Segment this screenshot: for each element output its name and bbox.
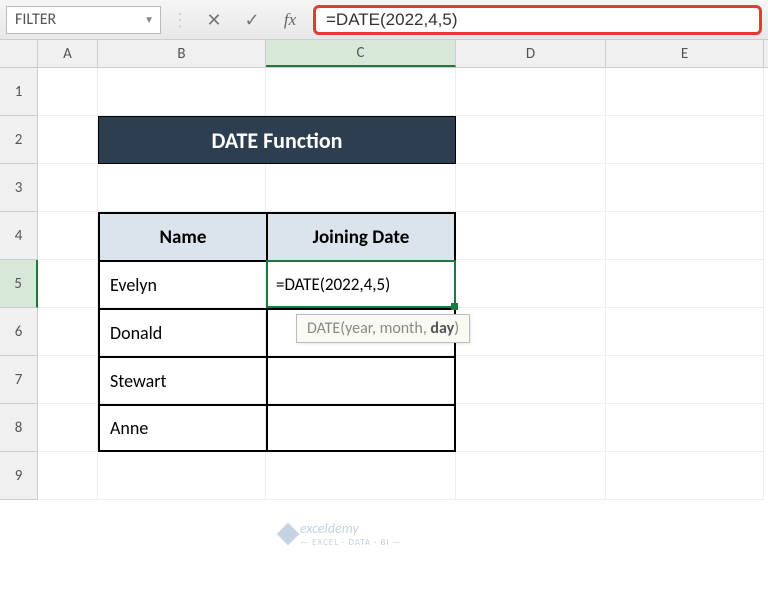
table-cell-date[interactable] <box>266 358 456 404</box>
row-header-2[interactable]: 2 <box>0 116 38 164</box>
enter-button[interactable]: ✓ <box>237 6 267 34</box>
cell[interactable] <box>38 116 98 164</box>
table-cell-name[interactable]: Evelyn <box>98 262 266 308</box>
row-header-6[interactable]: 6 <box>0 308 38 356</box>
row-header-9[interactable]: 9 <box>0 452 38 500</box>
col-header-C[interactable]: C <box>266 40 456 67</box>
cell[interactable] <box>606 404 764 452</box>
cell[interactable] <box>38 356 98 404</box>
cell[interactable] <box>266 452 456 500</box>
row-header-1[interactable]: 1 <box>0 68 38 116</box>
cell[interactable] <box>266 68 456 116</box>
cell[interactable] <box>606 308 764 356</box>
name-box[interactable]: FILTER ▼ <box>6 6 161 34</box>
fx-icon: fx <box>284 10 296 30</box>
name-box-value: FILTER <box>15 10 56 29</box>
table-cell-date[interactable] <box>266 406 456 450</box>
cell[interactable] <box>456 164 606 212</box>
cell[interactable] <box>456 404 606 452</box>
tooltip-arg-current: day <box>430 319 454 338</box>
tooltip-args-pre: (year, month, <box>340 319 430 338</box>
cell[interactable] <box>98 452 266 500</box>
table-header-name: Name <box>98 214 266 260</box>
cell[interactable] <box>456 356 606 404</box>
cell[interactable] <box>456 308 606 356</box>
row-header-7[interactable]: 7 <box>0 356 38 404</box>
cell[interactable] <box>38 68 98 116</box>
formula-input[interactable] <box>326 10 749 30</box>
formula-input-highlight <box>313 5 762 35</box>
cell[interactable] <box>456 260 606 308</box>
cell[interactable] <box>606 452 764 500</box>
cell[interactable] <box>38 308 98 356</box>
cell[interactable] <box>38 452 98 500</box>
row-header-8[interactable]: 8 <box>0 404 38 452</box>
fill-handle[interactable] <box>451 303 458 310</box>
cell[interactable] <box>606 212 764 260</box>
watermark-sub: — EXCEL · DATA · BI — <box>300 537 402 548</box>
divider: ⋮ <box>171 9 189 31</box>
col-header-E[interactable]: E <box>606 40 764 67</box>
col-header-A[interactable]: A <box>38 40 98 67</box>
x-icon: ✕ <box>206 9 221 31</box>
cell[interactable] <box>98 68 266 116</box>
rows-area: 1 2 3 4 5 6 7 8 9 DATE Function Name Joi… <box>0 68 768 500</box>
table-cell-name[interactable]: Stewart <box>98 358 266 404</box>
cell[interactable] <box>266 164 456 212</box>
title-banner: DATE Function <box>98 116 456 164</box>
cancel-button[interactable]: ✕ <box>199 6 229 34</box>
tooltip-fn: DATE <box>307 319 340 338</box>
active-cell-value: =DATE(2022,4,5) <box>276 274 390 295</box>
tooltip-args-post: ) <box>454 319 459 338</box>
table-header-date: Joining Date <box>266 214 456 260</box>
cell[interactable] <box>38 404 98 452</box>
cell[interactable] <box>456 116 606 164</box>
formula-bar: FILTER ▼ ⋮ ✕ ✓ fx <box>0 0 768 40</box>
formula-tooltip: DATE(year, month, day) <box>296 314 470 343</box>
column-headers: A B C D E <box>0 40 768 68</box>
watermark: exceldemy — EXCEL · DATA · BI — <box>280 520 402 548</box>
cell[interactable] <box>38 212 98 260</box>
cell[interactable] <box>98 164 266 212</box>
cell[interactable] <box>606 356 764 404</box>
logo-icon <box>277 523 300 546</box>
spreadsheet-grid: A B C D E 1 2 3 4 5 6 7 8 9 DATE Functio… <box>0 40 768 500</box>
col-header-B[interactable]: B <box>98 40 266 67</box>
row-header-3[interactable]: 3 <box>0 164 38 212</box>
chevron-down-icon[interactable]: ▼ <box>144 13 154 26</box>
cell[interactable] <box>38 260 98 308</box>
table-cell-name[interactable]: Donald <box>98 310 266 356</box>
row-header-4[interactable]: 4 <box>0 212 38 260</box>
table-cell-name[interactable]: Anne <box>98 406 266 450</box>
row-header-5[interactable]: 5 <box>0 260 38 308</box>
cell[interactable] <box>38 164 98 212</box>
fx-button[interactable]: fx <box>275 6 305 34</box>
cell[interactable] <box>606 260 764 308</box>
check-icon: ✓ <box>244 9 259 31</box>
col-header-D[interactable]: D <box>456 40 606 67</box>
cell[interactable] <box>456 452 606 500</box>
cell[interactable] <box>456 68 606 116</box>
cell[interactable] <box>606 164 764 212</box>
cell[interactable] <box>606 68 764 116</box>
cell[interactable] <box>456 212 606 260</box>
active-cell-C5[interactable]: =DATE(2022,4,5) <box>266 260 456 308</box>
cell[interactable] <box>606 116 764 164</box>
watermark-name: exceldemy <box>300 520 402 537</box>
select-all-corner[interactable] <box>0 40 38 67</box>
